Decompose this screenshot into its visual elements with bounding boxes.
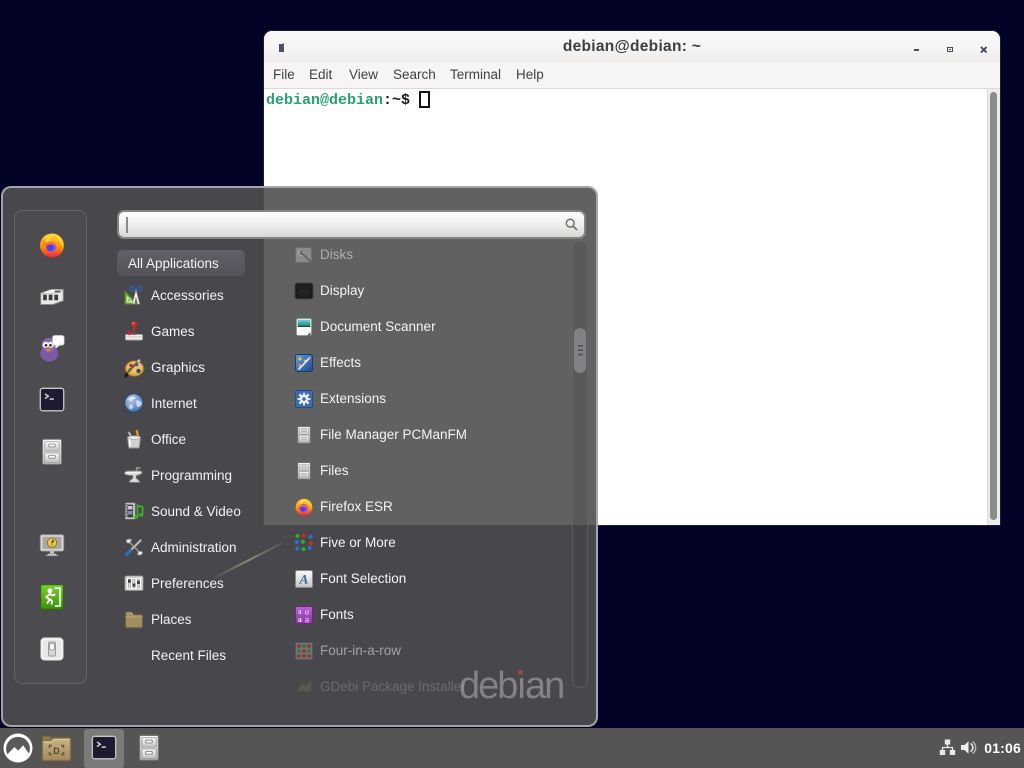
svg-text:A: A [299, 572, 309, 587]
svg-text:a: a [305, 616, 310, 625]
svg-text:D: D [53, 746, 60, 756]
svg-text:a: a [298, 615, 302, 624]
svg-text:a: a [305, 607, 309, 617]
